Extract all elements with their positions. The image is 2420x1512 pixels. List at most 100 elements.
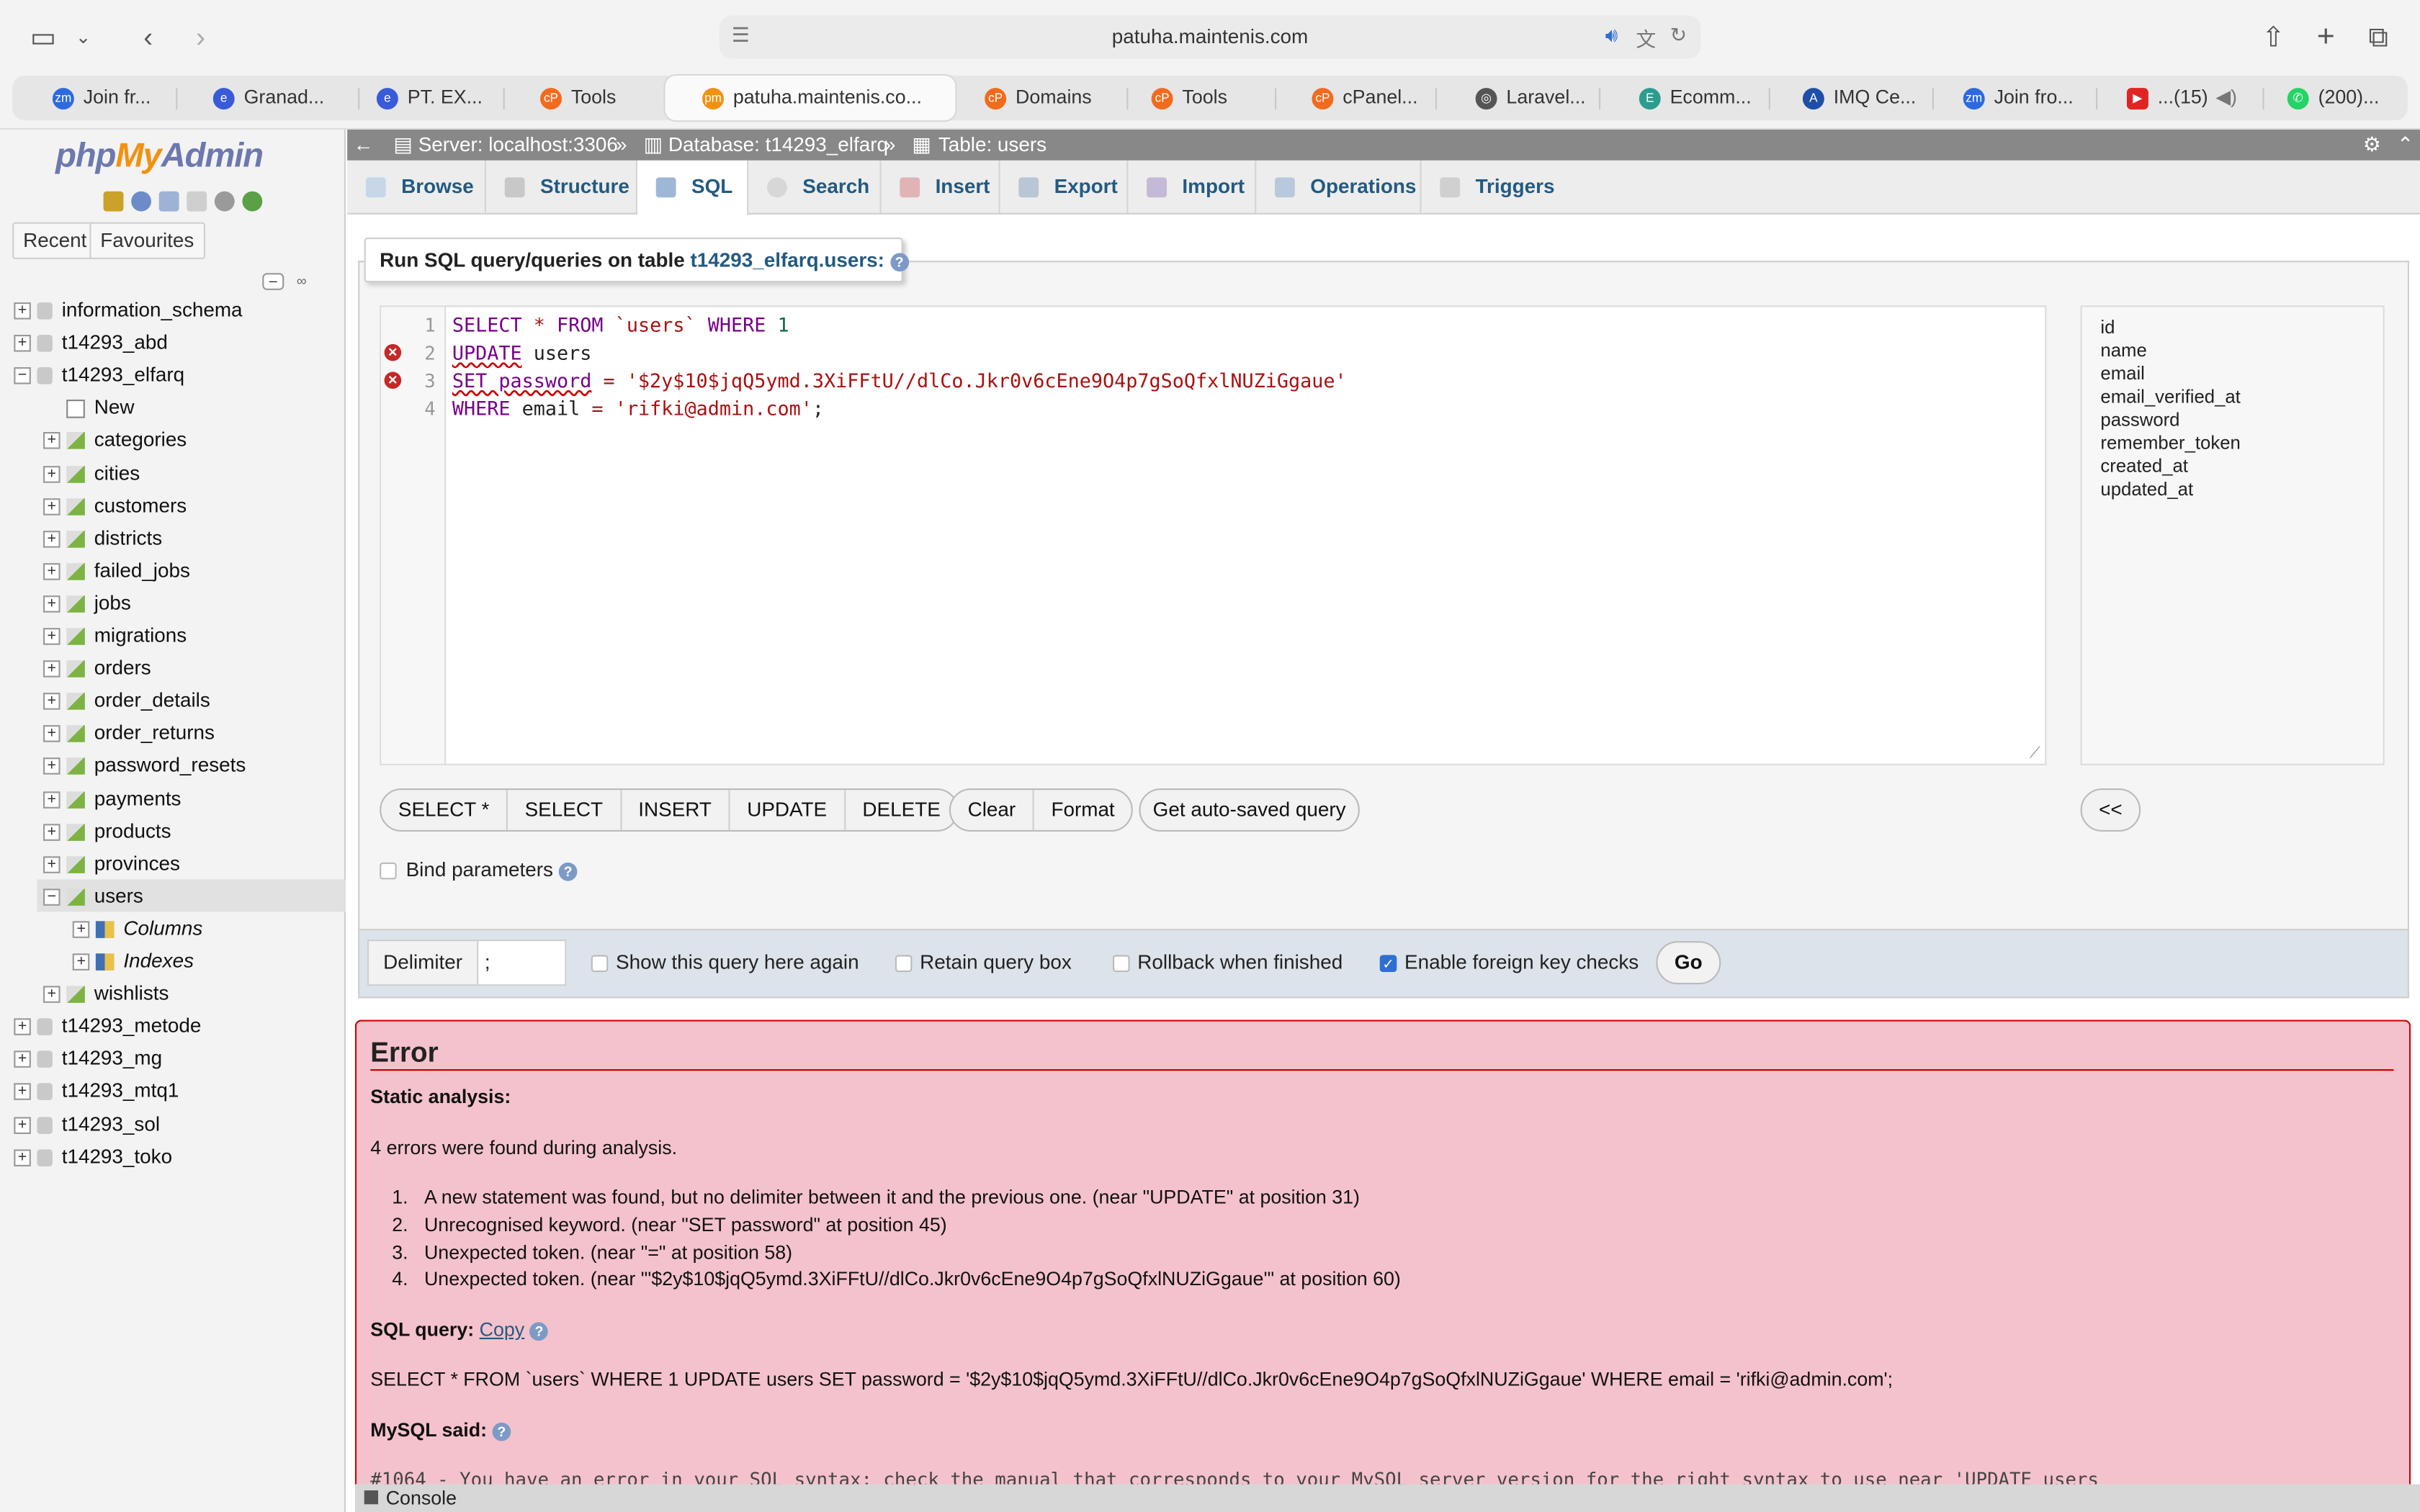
chevron-down-icon[interactable]: ⌄ [71, 19, 96, 55]
tree-subitem[interactable]: + Indexes [72, 944, 194, 976]
expand-icon[interactable]: + [14, 302, 31, 320]
tree-database[interactable]: + information_schema [14, 293, 243, 325]
tree-table[interactable]: + failed_jobs [43, 554, 190, 586]
speaker-icon[interactable]: ◀) [2215, 86, 2237, 108]
error-marker-icon[interactable]: ✕ [384, 343, 402, 361]
tree-table[interactable]: + order_details [43, 684, 210, 716]
collapse-all-icon[interactable]: – [262, 273, 284, 290]
tab-import[interactable]: Import [1128, 160, 1257, 215]
tab-operations[interactable]: Operations [1256, 160, 1422, 215]
column-item[interactable]: created_at [2100, 455, 2364, 478]
resize-handle-icon[interactable]: ⟋ [2030, 745, 2040, 762]
docs-icon[interactable] [158, 192, 179, 212]
collapse-columns-button[interactable]: << [2080, 788, 2141, 832]
collapse-icon[interactable]: − [43, 888, 60, 906]
expand-icon[interactable]: + [43, 432, 60, 450]
expand-icon[interactable]: + [43, 758, 60, 775]
tree-database[interactable]: − t14293_elfarq [14, 359, 184, 391]
share-icon[interactable]: ⇧ [2257, 19, 2290, 55]
tree-table[interactable]: + customers [43, 488, 187, 521]
tab-9[interactable]: ◎ Laravel... [1475, 76, 1615, 120]
tree-table[interactable]: + orders [43, 651, 151, 683]
show-query-checkbox[interactable] [591, 955, 609, 973]
breadcrumb-database[interactable]: Database: t14293_elfarq [668, 130, 888, 161]
forward-icon[interactable]: › [185, 19, 216, 55]
tab-5-active[interactable]: pm patuha.maintenis.co... [663, 73, 957, 122]
console-bar[interactable]: Console [354, 1484, 2420, 1512]
tab-3[interactable]: e PT. EX... [376, 76, 516, 120]
tree-database[interactable]: + t14293_metode [14, 1009, 201, 1042]
expand-icon[interactable]: + [14, 1084, 31, 1101]
tab-export[interactable]: Export [1000, 160, 1129, 215]
reload-icon[interactable]: ↻ [1670, 23, 1687, 48]
breadcrumb-server[interactable]: Server: localhost:3306 [418, 130, 618, 161]
get-autosaved-query-button[interactable]: Get auto-saved query [1139, 788, 1360, 832]
sql-editor[interactable]: 1 2 3 4 ✕ ✕ SELECT * FROM `users` WHERE … [380, 305, 2047, 765]
delete-button[interactable]: DELETE [846, 790, 958, 830]
breadcrumb-table[interactable]: Table: users [938, 130, 1047, 161]
tree-table[interactable]: − users [37, 878, 346, 912]
update-button[interactable]: UPDATE [730, 790, 846, 830]
tree-table[interactable]: + categories [43, 423, 187, 456]
expand-icon[interactable]: + [43, 660, 60, 678]
help-icon[interactable]: ? [889, 252, 909, 271]
clear-button[interactable]: Clear [951, 790, 1034, 830]
tab-insert[interactable]: Insert [882, 160, 1000, 215]
tree-database[interactable]: + t14293_mg [14, 1042, 162, 1074]
gear-icon[interactable] [214, 192, 235, 212]
tree-database[interactable]: + t14293_toko [14, 1140, 172, 1172]
recent-tab[interactable]: Recent [12, 222, 98, 259]
format-button[interactable]: Format [1034, 790, 1131, 830]
new-tab-icon[interactable]: + [2309, 19, 2343, 55]
expand-icon[interactable]: + [43, 530, 60, 548]
copy-icon[interactable] [187, 192, 207, 212]
column-item[interactable]: password [2100, 409, 2364, 432]
expand-icon[interactable]: + [43, 855, 60, 873]
bind-parameters-checkbox[interactable] [380, 862, 397, 880]
tab-1[interactable]: zm Join fr... [52, 76, 192, 120]
legend-table-name[interactable]: t14293_elfarq.users: [690, 248, 884, 271]
collapse-icon[interactable]: − [14, 367, 31, 385]
gear-icon[interactable]: ⚙ [2363, 130, 2381, 161]
tab-7[interactable]: cP Tools [1151, 76, 1275, 120]
translate-icon[interactable]: 文 [1636, 23, 1656, 53]
tree-table[interactable]: + jobs [43, 586, 131, 618]
expand-icon[interactable]: + [43, 725, 60, 743]
column-item[interactable]: id [2100, 316, 2364, 339]
tree-table[interactable]: + products [43, 814, 171, 847]
tab-4[interactable]: cP Tools [540, 76, 663, 120]
logout-icon[interactable] [131, 192, 151, 212]
copy-link[interactable]: Copy [480, 1319, 525, 1341]
collapse-top-icon[interactable]: ⌃ [2397, 130, 2414, 161]
back-arrow-icon[interactable]: ← [354, 130, 374, 161]
tab-11[interactable]: A IMQ Ce... [1802, 76, 1942, 120]
link-icon[interactable]: ∞ [291, 273, 313, 290]
help-icon[interactable]: ? [492, 1422, 511, 1441]
tree-database[interactable]: + t14293_mtq1 [14, 1074, 179, 1107]
tab-6[interactable]: cP Domains [985, 76, 1124, 120]
tab-10[interactable]: E Ecomm... [1639, 76, 1778, 120]
favourites-tab[interactable]: Favourites [89, 222, 205, 259]
expand-icon[interactable]: + [14, 1018, 31, 1036]
tree-table[interactable]: + password_resets [43, 749, 246, 781]
expand-icon[interactable]: + [43, 562, 60, 580]
tree-table[interactable]: + wishlists [43, 977, 169, 1009]
help-icon[interactable]: ? [529, 1321, 549, 1341]
tab-13[interactable]: ▶ ...(15) ◀) [2126, 76, 2259, 120]
error-marker-icon[interactable]: ✕ [384, 372, 402, 389]
expand-icon[interactable]: + [43, 595, 60, 613]
expand-icon[interactable]: + [72, 921, 90, 938]
column-item[interactable]: remember_token [2100, 432, 2364, 455]
phpmyadmin-logo[interactable]: phpMyAdmin [55, 136, 264, 176]
expand-icon[interactable]: + [14, 1116, 31, 1134]
tab-sql[interactable]: SQL [637, 160, 749, 216]
tab-2[interactable]: e Granad... [212, 76, 352, 120]
insert-button[interactable]: INSERT [622, 790, 730, 830]
tab-overview-icon[interactable]: ⧉ [2362, 19, 2396, 55]
column-item[interactable]: email_verified_at [2100, 386, 2364, 409]
help-icon[interactable]: ? [558, 861, 578, 881]
tree-table[interactable]: + migrations [43, 618, 187, 651]
tree-table[interactable]: + payments [43, 781, 182, 814]
tree-subitem[interactable]: + Columns [72, 912, 202, 944]
column-list[interactable]: id name email email_verified_at password… [2080, 305, 2385, 765]
